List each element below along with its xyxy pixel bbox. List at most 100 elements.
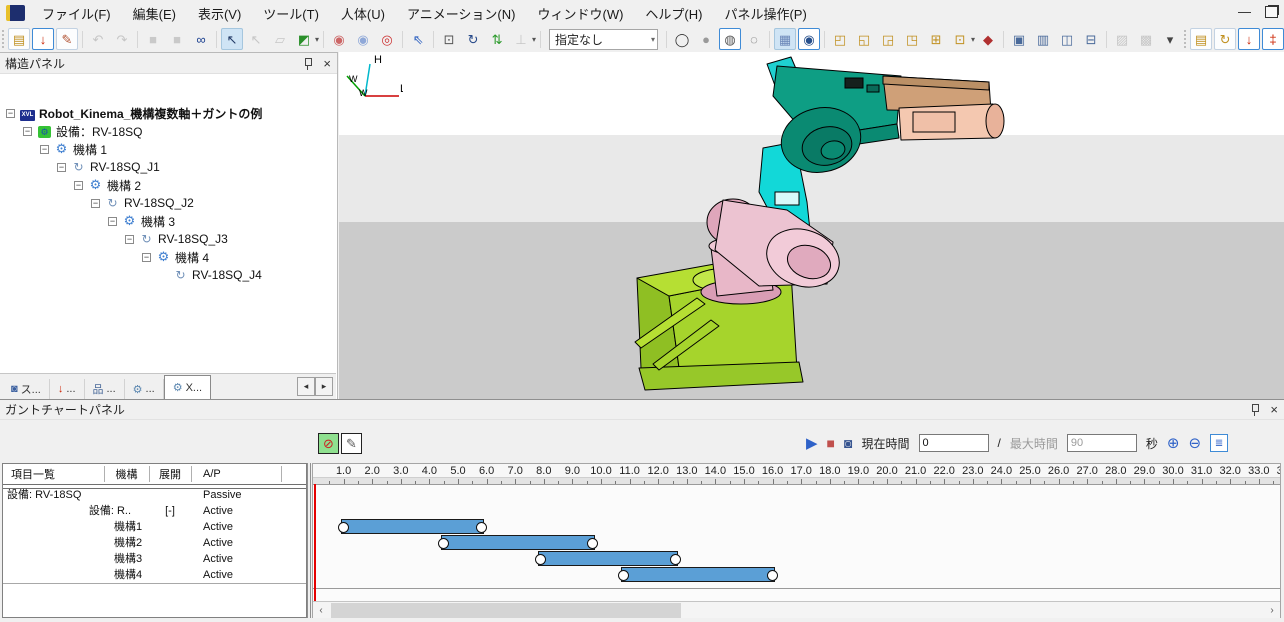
scroll-left-button[interactable]: ‹ bbox=[313, 602, 329, 618]
tab-scroll-right-button[interactable]: ▸ bbox=[315, 377, 333, 396]
tree-item-label[interactable]: 機構 3 bbox=[141, 213, 175, 230]
search[interactable]: ∞ bbox=[190, 28, 212, 50]
play-button[interactable]: ▶ bbox=[806, 436, 818, 451]
tree-item[interactable]: −XVLRobot_Kinema_機構複数軸＋ガントの例 bbox=[0, 104, 336, 122]
cross-section-dropdown-icon[interactable]: ▾ bbox=[532, 35, 536, 44]
select-volume-dropdown-icon[interactable]: ▾ bbox=[315, 35, 319, 44]
tree-expander-icon[interactable]: − bbox=[6, 109, 15, 118]
view-custom[interactable]: ⊡ bbox=[949, 28, 971, 50]
render-shaded-edges[interactable]: ◍ bbox=[719, 28, 741, 50]
tree-expander-icon[interactable]: − bbox=[74, 181, 83, 190]
gantt-bar-handle[interactable] bbox=[767, 570, 778, 581]
toggle-structure-panel[interactable]: ▤ bbox=[8, 28, 30, 50]
tree-item-label[interactable]: 機構 1 bbox=[73, 141, 107, 158]
max-time-input[interactable]: 90 bbox=[1067, 434, 1137, 452]
window-new[interactable]: ▣ bbox=[1008, 28, 1030, 50]
tree-item[interactable]: −⚙機構 2 bbox=[0, 176, 336, 194]
visibility-filter[interactable]: ◉ bbox=[798, 28, 820, 50]
render-transparent[interactable]: ◌ bbox=[743, 28, 765, 50]
tree-item[interactable]: −⚙機構 1 bbox=[0, 140, 336, 158]
view-custom-dropdown-icon[interactable]: ▾ bbox=[971, 35, 975, 44]
fit-view[interactable]: ◆ bbox=[977, 28, 999, 50]
view-iso-se[interactable]: ◱ bbox=[853, 28, 875, 50]
gantt-edit-button[interactable]: ✎ bbox=[341, 433, 362, 454]
material-filter-combobox[interactable]: 指定なし▾ bbox=[549, 29, 658, 50]
menu-view[interactable]: 表示(V) bbox=[187, 4, 252, 23]
menu-animation[interactable]: アニメーション(N) bbox=[396, 4, 527, 23]
toggle-gantt-panel[interactable]: ↓ bbox=[32, 28, 54, 50]
select-parts[interactable]: ↖ bbox=[221, 28, 243, 50]
view-iso-sw[interactable]: ◰ bbox=[829, 28, 851, 50]
minimize-button[interactable]: — bbox=[1238, 4, 1251, 19]
table-row[interactable]: 機構2Active bbox=[3, 535, 306, 551]
tree-expander-icon[interactable]: − bbox=[57, 163, 66, 172]
menu-edit[interactable]: 編集(E) bbox=[122, 4, 187, 23]
table-row[interactable]: 機構3Active bbox=[3, 551, 306, 567]
menu-file[interactable]: ファイル(F) bbox=[31, 4, 122, 23]
gantt-bar-handle[interactable] bbox=[476, 522, 487, 533]
tree-item-label[interactable]: Robot_Kinema_機構複数軸＋ガントの例 bbox=[39, 105, 262, 122]
zoom-in-icon[interactable]: ⊕ bbox=[1167, 436, 1180, 451]
gantt-options-button[interactable]: ≣ bbox=[1210, 434, 1228, 452]
window-split-vertical[interactable]: ◫ bbox=[1056, 28, 1078, 50]
tree-item-label[interactable]: 機構 2 bbox=[107, 177, 141, 194]
stop-button[interactable]: ■ bbox=[827, 436, 835, 450]
tree-expander-icon[interactable]: − bbox=[40, 145, 49, 154]
tab-hierarchy[interactable]: 品... bbox=[85, 379, 125, 399]
tree-item[interactable]: −↻RV-18SQ_J3 bbox=[0, 230, 336, 248]
tree-expander-icon[interactable]: − bbox=[91, 199, 100, 208]
rt-axis-panel[interactable]: ‡ bbox=[1262, 28, 1284, 50]
add-to-selection[interactable]: ⇖ bbox=[407, 28, 429, 50]
orbit-view[interactable]: ↻ bbox=[462, 28, 484, 50]
select-volume[interactable]: ◩ bbox=[293, 28, 315, 50]
gantt-bar-handle[interactable] bbox=[338, 522, 349, 533]
tab-scroll-left-button[interactable]: ◂ bbox=[297, 377, 315, 396]
cell-expand-toggle[interactable]: [-] bbox=[149, 503, 191, 519]
restore-button[interactable] bbox=[1265, 6, 1278, 18]
table-row[interactable]: 設備: RV-18SQPassive bbox=[3, 487, 306, 503]
robot-model[interactable] bbox=[339, 52, 1284, 399]
gantt-splitter[interactable] bbox=[307, 463, 311, 618]
zoom-out-icon[interactable]: ⊖ bbox=[1188, 436, 1201, 451]
tree-item-label[interactable]: RV-18SQ_J4 bbox=[192, 268, 262, 282]
toggle-edit-panel[interactable]: ✎ bbox=[56, 28, 78, 50]
render-shaded[interactable]: ● bbox=[695, 28, 717, 50]
tree-expander-icon[interactable]: − bbox=[142, 253, 151, 262]
gantt-bar-handle[interactable] bbox=[587, 538, 598, 549]
current-time-input[interactable]: 0 bbox=[919, 434, 989, 452]
gantt-bar[interactable] bbox=[441, 535, 595, 550]
tree-item[interactable]: −↻RV-18SQ_J2 bbox=[0, 194, 336, 212]
tree-expander-icon[interactable]: − bbox=[125, 235, 134, 244]
close-icon[interactable]: × bbox=[322, 57, 332, 70]
related-next[interactable]: ◉ bbox=[352, 28, 374, 50]
scroll-right-button[interactable]: › bbox=[1264, 602, 1280, 618]
tab-mechanism[interactable]: ⚙... bbox=[125, 379, 164, 399]
tree-item-label[interactable]: RV-18SQ_J1 bbox=[90, 160, 160, 174]
gantt-clear-button[interactable]: ⊘ bbox=[318, 433, 339, 454]
snapshot-camera-button[interactable]: ◙ bbox=[844, 436, 852, 450]
menu-panel-operations[interactable]: パネル操作(P) bbox=[713, 4, 817, 23]
rt-sync-view[interactable]: ↻ bbox=[1214, 28, 1236, 50]
view-side[interactable]: ⊞ bbox=[925, 28, 947, 50]
gantt-bar[interactable] bbox=[621, 567, 775, 582]
tree-item[interactable]: −↻RV-18SQ_J1 bbox=[0, 158, 336, 176]
tree-expander-icon[interactable]: − bbox=[23, 127, 32, 136]
scrollbar-thumb[interactable] bbox=[331, 603, 681, 618]
menu-human[interactable]: 人体(U) bbox=[330, 4, 396, 23]
tree-item-label[interactable]: RV-18SQ_J2 bbox=[124, 196, 194, 210]
gantt-bar[interactable] bbox=[538, 551, 678, 566]
pin-icon[interactable] bbox=[303, 57, 314, 70]
rt-structure-panel[interactable]: ▤ bbox=[1190, 28, 1212, 50]
toolbar-overflow[interactable]: ▾ bbox=[1159, 28, 1181, 50]
current-time-line[interactable] bbox=[314, 484, 316, 601]
view-top[interactable]: ◳ bbox=[901, 28, 923, 50]
tree-item-label[interactable]: 設備：RV-18SQ bbox=[56, 123, 142, 140]
grid-display[interactable]: ▦ bbox=[774, 28, 796, 50]
tab-process[interactable]: ↓... bbox=[50, 379, 85, 399]
gantt-bar-handle[interactable] bbox=[535, 554, 546, 565]
pin-icon[interactable] bbox=[1250, 403, 1261, 416]
view-front[interactable]: ◲ bbox=[877, 28, 899, 50]
measure[interactable]: ⇅ bbox=[486, 28, 508, 50]
table-row[interactable]: 機構1Active bbox=[3, 519, 306, 535]
close-icon[interactable]: × bbox=[1269, 403, 1279, 416]
